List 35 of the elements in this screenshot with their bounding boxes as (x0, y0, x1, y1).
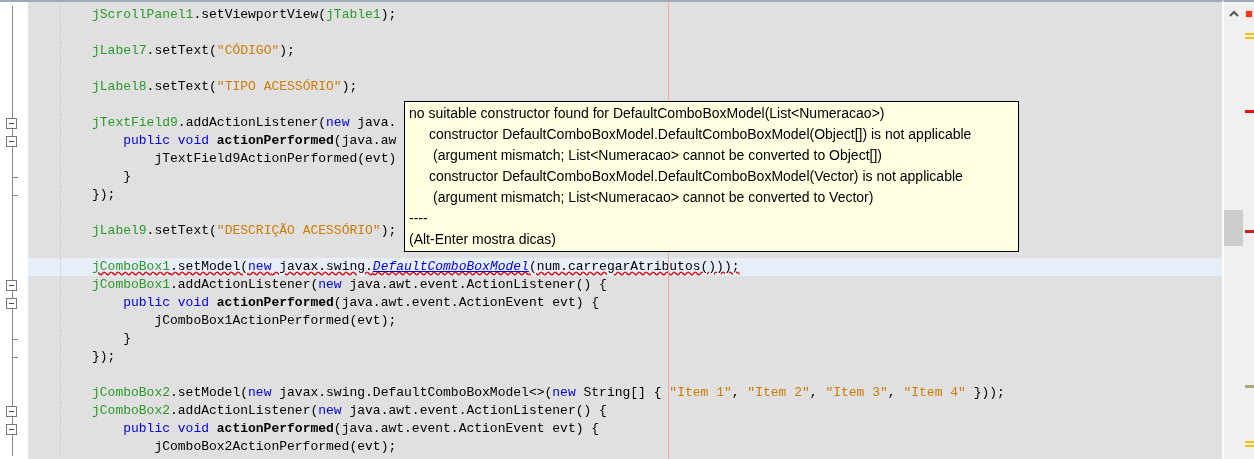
tooltip-text: (Alt-Enter mostra dicas) (409, 230, 558, 249)
tooltip-text: (argument mismatch; List<Numeracao> cannot be converted to Vector) (432, 188, 875, 207)
code-line: jComboBox1ActionPerformed(evt); (154, 312, 397, 330)
code-line: } (123, 168, 131, 186)
code-line: public void actionPerformed(java.aw (123, 132, 397, 150)
code-line: jTextField9.addActionListener(new java. (92, 114, 397, 132)
code-line: jComboBox2.addActionListener(new java.awt.event.ActionListener() { (92, 402, 607, 420)
scrollbar-thumb[interactable] (1224, 210, 1243, 246)
code-line: jLabel8.setText("TIPO ACESSÓRIO"); (92, 78, 358, 96)
code-line: jScrollPanel1.setViewportView(jTable1); (92, 6, 397, 24)
tooltip-text: ---- (409, 209, 429, 228)
code-line: jTextField9ActionPerformed(evt) (154, 150, 397, 168)
code-line: }); (92, 348, 116, 366)
collapse-icon[interactable] (6, 280, 17, 291)
error-marker[interactable] (1245, 10, 1253, 18)
code-line: jComboBox2.setModel(new javax.swing.DefaultComboBoxModel<>(new String[] { "Item 1", "Item 2", "Item 3", "Item 4" })); (92, 384, 1005, 402)
code-line: jLabel7.setText("CÓDIGO"); (92, 42, 295, 60)
code-line: jLabel9.setText("DESCRIÇÃO ACESSÓRIO"); (92, 222, 397, 240)
collapse-icon[interactable] (6, 424, 17, 435)
code-line: jComboBox2ActionPerformed(evt); (154, 438, 397, 456)
tooltip-text: constructor DefaultComboBoxModel.DefaultComboBoxModel(Vector) is not applicable (428, 167, 964, 186)
chevron-up-icon[interactable] (1229, 10, 1239, 17)
code-line: jComboBox1.addActionListener(new java.awt.event.ActionListener() { (92, 276, 607, 294)
code-line: } (123, 330, 131, 348)
code-line: }); (92, 186, 116, 204)
code-line: public void actionPerformed(java.awt.event.ActionEvent evt) { (123, 294, 600, 312)
collapse-icon[interactable] (6, 118, 17, 129)
tooltip-text: constructor DefaultComboBoxModel.DefaultComboBoxModel(Object[]) is not applicable (428, 125, 973, 144)
collapse-icon[interactable] (6, 406, 17, 417)
collapse-icon[interactable] (6, 298, 17, 309)
code-line: jComboBox1.setModel(new javax.swing.DefaultComboBoxModel(num.carregarAtributos())); (92, 258, 740, 276)
tooltip-text: no suitable constructor found for DefaultComboBoxModel(List<Numeracao>) (409, 104, 886, 123)
code-line: public void actionPerformed(java.awt.event.ActionEvent evt) { (123, 420, 600, 438)
collapse-icon[interactable] (6, 136, 17, 147)
tooltip-text: (argument mismatch; List<Numeracao> cannot be converted to Object[]) (432, 146, 883, 165)
